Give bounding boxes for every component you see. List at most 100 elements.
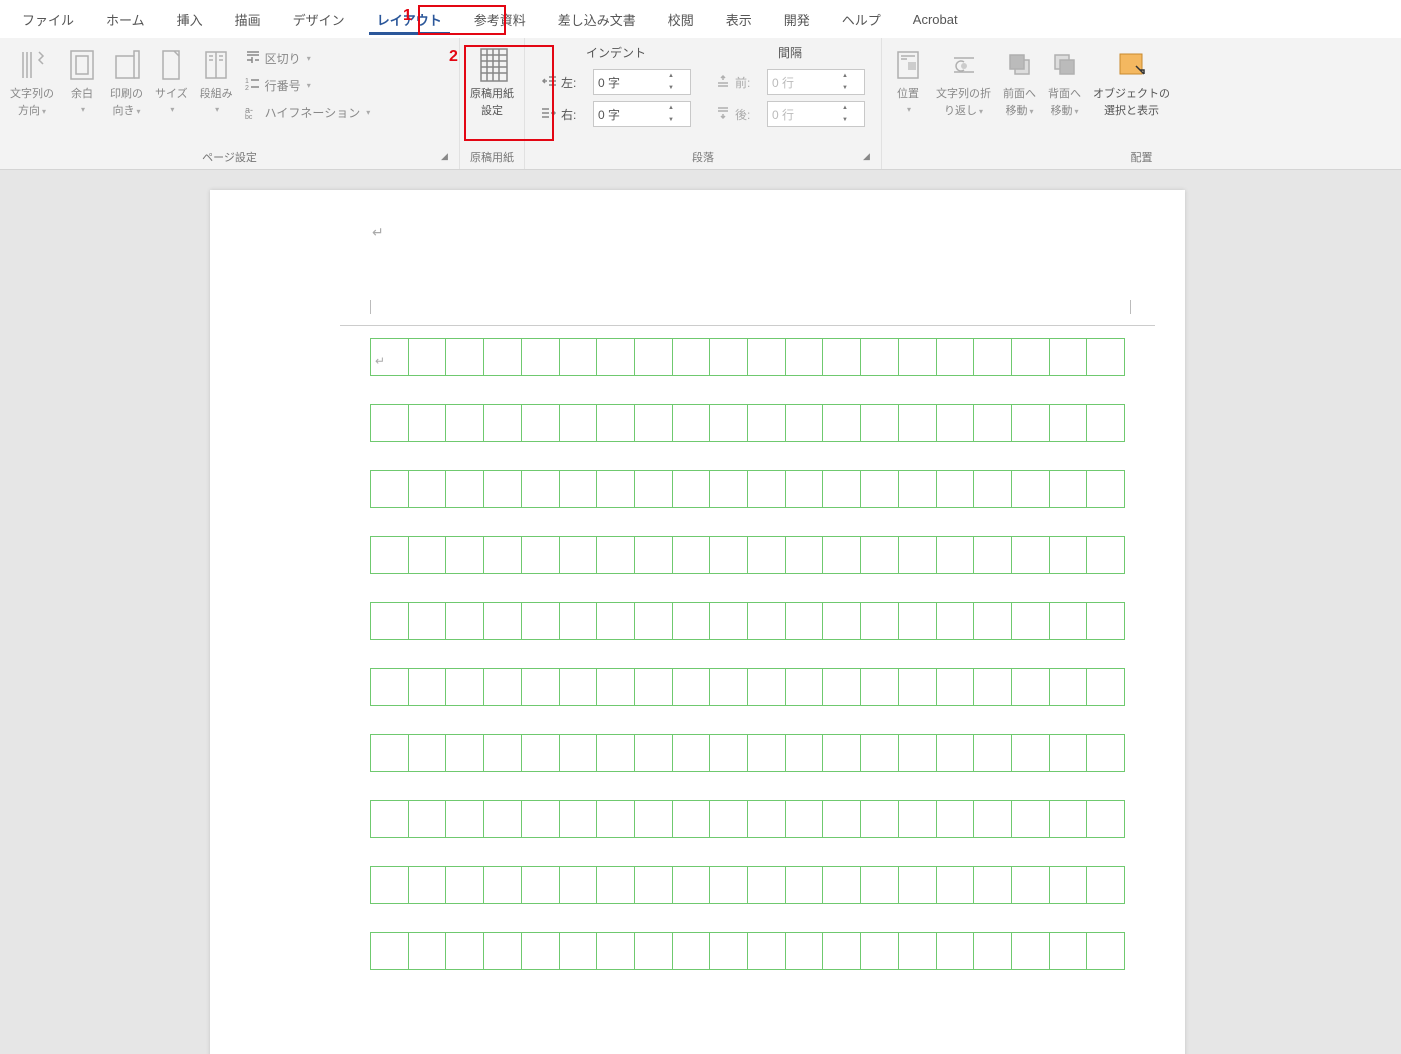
selection-pane-button[interactable]: オブジェクトの 選択と表示 [1087, 42, 1176, 122]
genkou-cell [409, 339, 447, 375]
genkou-cell [710, 537, 748, 573]
tab-developer[interactable]: 開発 [770, 2, 824, 37]
genkou-cell [1012, 801, 1050, 837]
genkou-cell [1087, 669, 1125, 705]
genkou-cell [937, 471, 975, 507]
paragraph-mark-icon: ↵ [372, 224, 384, 241]
genkou-row [370, 536, 1125, 574]
tab-view[interactable]: 表示 [712, 2, 766, 37]
genkou-cell [974, 405, 1012, 441]
genkou-settings-button[interactable]: 原稿用紙 設定 [464, 42, 520, 122]
tab-file[interactable]: ファイル [8, 2, 88, 37]
genkou-row [370, 404, 1125, 442]
page-setup-launcher[interactable]: ◢ [441, 151, 455, 165]
breaks-button[interactable]: 区切り ▾ [239, 46, 377, 71]
genkou-cell [1012, 405, 1050, 441]
genkou-cell [635, 867, 673, 903]
document-area: ↵ ↵ [0, 170, 1401, 1054]
genkou-cell [673, 735, 711, 771]
genkou-row [370, 932, 1125, 970]
indent-header: インデント [537, 42, 695, 65]
genkou-cell [899, 735, 937, 771]
genkou-cell [484, 405, 522, 441]
chevron-down-icon: ▾ [215, 105, 219, 114]
genkou-cell [560, 867, 598, 903]
spin-down[interactable]: ▼ [664, 114, 678, 126]
text-direction-button[interactable]: 文字列の 方向▾ [4, 42, 60, 122]
tab-draw[interactable]: 描画 [221, 2, 275, 37]
margins-icon [66, 46, 98, 84]
document-page[interactable]: ↵ ↵ [210, 190, 1185, 1054]
genkou-cell [597, 735, 635, 771]
spacing-before-spinbox[interactable]: ▲▼ [767, 69, 865, 95]
hyphenation-button[interactable]: a-bc ハイフネーション ▾ [239, 100, 377, 125]
indent-right-spinbox[interactable]: ▲▼ [593, 101, 691, 127]
genkou-cell [409, 537, 447, 573]
genkou-cell [1050, 471, 1088, 507]
spacing-after-spinbox[interactable]: ▲▼ [767, 101, 865, 127]
genkou-cell [748, 735, 786, 771]
genkou-row [370, 866, 1125, 904]
tab-help[interactable]: ヘルプ [828, 2, 895, 37]
genkou-cell [446, 603, 484, 639]
spin-up[interactable]: ▲ [838, 102, 852, 114]
genkou-cell [786, 405, 824, 441]
genkou-cell [371, 801, 409, 837]
genkou-row [370, 338, 1125, 376]
tab-mailings[interactable]: 差し込み文書 [544, 2, 650, 37]
genkou-cell [1012, 603, 1050, 639]
paragraph-launcher[interactable]: ◢ [863, 151, 877, 165]
genkou-cell [899, 471, 937, 507]
wrap-text-button[interactable]: 文字列の折 り返し▾ [930, 42, 997, 122]
indent-left-spinbox[interactable]: ▲▼ [593, 69, 691, 95]
spin-up[interactable]: ▲ [664, 102, 678, 114]
genkou-cell [560, 669, 598, 705]
genkou-cell [522, 405, 560, 441]
genkou-row [370, 800, 1125, 838]
genkou-cell [1087, 933, 1125, 969]
spin-up[interactable]: ▲ [838, 70, 852, 82]
line-numbers-button[interactable]: 12 行番号 ▾ [239, 73, 377, 98]
genkou-cell [1050, 801, 1088, 837]
tab-design[interactable]: デザイン [279, 2, 359, 37]
genkou-cell [446, 933, 484, 969]
columns-button[interactable]: 段組み ▾ [194, 42, 239, 118]
spacing-after-input[interactable] [768, 107, 838, 121]
chevron-down-icon: ▾ [170, 105, 174, 114]
margins-button[interactable]: 余白 ▾ [60, 42, 104, 118]
genkou-cell [786, 339, 824, 375]
tab-home[interactable]: ホーム [92, 2, 159, 37]
genkou-cell [823, 801, 861, 837]
tab-references[interactable]: 参考資料 [460, 2, 540, 37]
selection-pane-icon [1116, 46, 1148, 84]
spin-down[interactable]: ▼ [664, 82, 678, 94]
spin-down[interactable]: ▼ [838, 82, 852, 94]
indent-right-input[interactable] [594, 107, 664, 121]
genkou-row [370, 470, 1125, 508]
tab-acrobat[interactable]: Acrobat [899, 4, 972, 35]
genkou-cell [899, 867, 937, 903]
bring-forward-button[interactable]: 前面へ 移動▾ [997, 42, 1042, 122]
genkou-cell [560, 933, 598, 969]
genkou-cell [673, 933, 711, 969]
genkou-cell [673, 801, 711, 837]
genkou-cell [446, 669, 484, 705]
genkou-cell [748, 405, 786, 441]
position-button[interactable]: 位置 ▾ [886, 42, 930, 118]
size-button[interactable]: サイズ ▾ [149, 42, 194, 118]
genkou-cell [522, 471, 560, 507]
genkou-cell [371, 867, 409, 903]
genkou-cell [484, 339, 522, 375]
tab-insert[interactable]: 挿入 [163, 2, 217, 37]
tab-review[interactable]: 校閲 [654, 2, 708, 37]
indent-left-input[interactable] [594, 75, 664, 89]
spacing-before-input[interactable] [768, 75, 838, 89]
spin-up[interactable]: ▲ [664, 70, 678, 82]
send-backward-button[interactable]: 背面へ 移動▾ [1042, 42, 1087, 122]
genkou-cell [861, 669, 899, 705]
genkou-cell [1050, 735, 1088, 771]
spin-down[interactable]: ▼ [838, 114, 852, 126]
genkou-cell [597, 867, 635, 903]
genkou-cell [823, 339, 861, 375]
orientation-button[interactable]: 印刷の 向き▾ [104, 42, 149, 122]
